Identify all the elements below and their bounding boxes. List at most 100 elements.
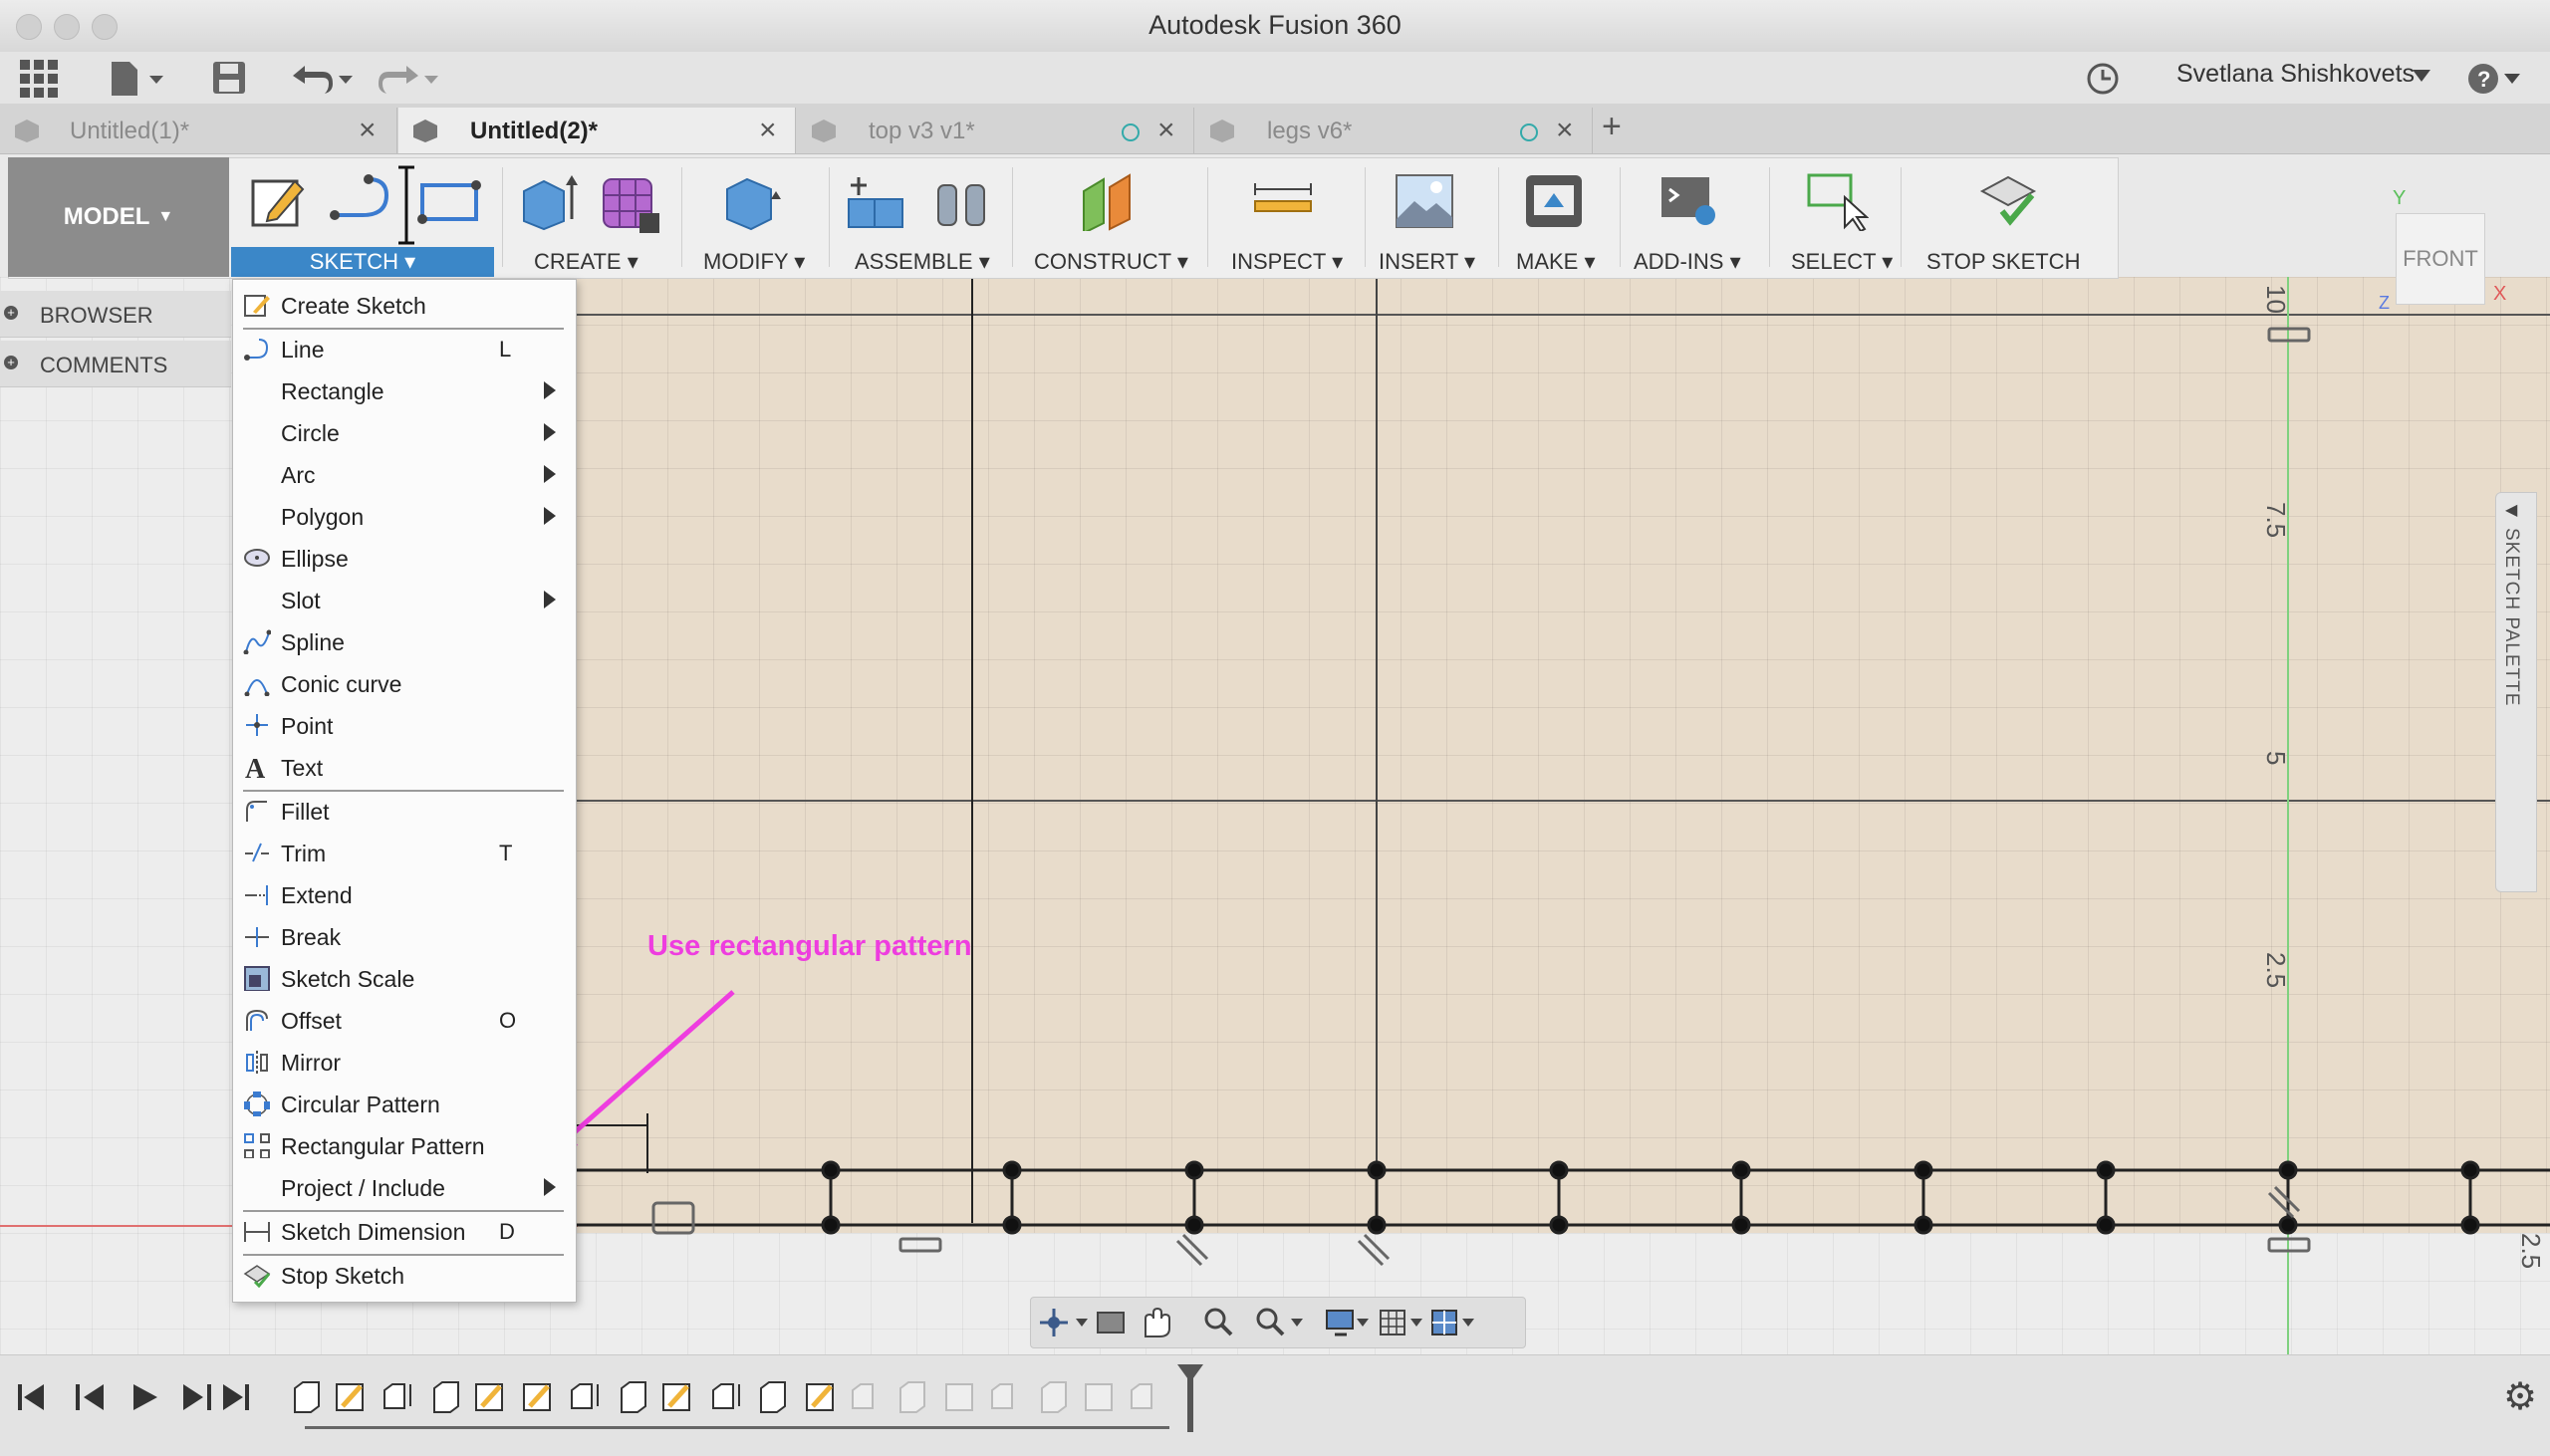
make-menu-button[interactable]: MAKE ▾ — [1516, 249, 1596, 275]
modify-menu-button[interactable]: MODIFY ▾ — [703, 249, 805, 275]
menu-item-slot[interactable]: Slot — [233, 579, 576, 620]
menu-item-circle[interactable]: Circle — [233, 411, 576, 453]
document-cube-icon — [413, 120, 437, 142]
sync-status-icon — [1122, 123, 1140, 141]
skip-to-end-icon — [223, 1384, 249, 1410]
data-panel-grid-icon[interactable] — [20, 60, 58, 98]
step-forward-icon — [183, 1384, 211, 1410]
expand-plus-icon[interactable]: + — [4, 356, 18, 369]
undo-icon[interactable] — [289, 62, 359, 96]
job-status-clock-icon[interactable] — [2086, 62, 2120, 96]
extend-icon — [245, 885, 268, 905]
line-tool-icon[interactable] — [329, 171, 398, 231]
submenu-arrow-icon — [544, 507, 556, 525]
menu-item-circular-pattern[interactable]: Circular Pattern — [233, 1083, 576, 1124]
select-icon[interactable] — [1805, 171, 1869, 231]
document-cube-icon — [812, 120, 836, 142]
close-tab-icon[interactable]: × — [1556, 114, 1574, 147]
insert-menu-button[interactable]: INSERT ▾ — [1379, 249, 1475, 275]
document-tab[interactable]: Untitled(1)* × — [0, 108, 397, 153]
expand-palette-icon[interactable]: ◀ — [2505, 500, 2517, 520]
svg-text:?: ? — [2477, 67, 2490, 92]
menu-item-polygon[interactable]: Polygon — [233, 495, 576, 537]
document-tab[interactable]: legs v6* × — [1195, 108, 1593, 153]
measure-icon[interactable] — [1251, 171, 1315, 231]
tab-label: Untitled(1)* — [70, 118, 190, 144]
menu-item-break[interactable]: Break — [233, 915, 576, 957]
create-sketch-icon[interactable] — [249, 171, 309, 231]
text-cursor-icon — [398, 165, 414, 245]
assemble-menu-button[interactable]: ASSEMBLE ▾ — [855, 249, 990, 275]
press-pull-icon[interactable] — [721, 171, 785, 231]
offset-plane-icon[interactable] — [1076, 171, 1140, 231]
menu-item-ellipse[interactable]: Ellipse — [233, 537, 576, 579]
rectangle-tool-icon[interactable] — [416, 171, 482, 231]
menu-item-line[interactable]: Line L — [233, 328, 576, 369]
new-component-icon[interactable] — [845, 171, 908, 231]
inspect-menu-button[interactable]: INSPECT ▾ — [1231, 249, 1343, 275]
joint-icon[interactable] — [930, 171, 994, 231]
stop-sketch-icon[interactable] — [1976, 171, 2040, 231]
menu-item-conic-curve[interactable]: Conic curve — [233, 662, 576, 704]
file-menu-icon[interactable] — [110, 60, 169, 98]
shortcut-key: T — [499, 841, 513, 865]
menu-item-arc[interactable]: Arc — [233, 453, 576, 495]
construct-menu-button[interactable]: CONSTRUCT ▾ — [1034, 249, 1188, 275]
extrude-icon[interactable] — [518, 171, 578, 231]
submenu-arrow-icon — [544, 465, 556, 483]
submenu-arrow-icon — [544, 381, 556, 399]
sketch-dimension-icon — [244, 1222, 270, 1242]
menu-item-fillet[interactable]: Fillet — [233, 790, 576, 832]
close-tab-icon[interactable]: × — [359, 114, 377, 147]
menu-item-offset[interactable]: Offset O — [233, 999, 576, 1041]
menu-item-spline[interactable]: Spline — [233, 620, 576, 662]
submenu-arrow-icon — [544, 1178, 556, 1196]
new-tab-plus-icon[interactable]: + — [1602, 108, 1622, 146]
create-menu-button[interactable]: CREATE ▾ — [534, 249, 638, 275]
close-tab-icon[interactable]: × — [1157, 114, 1175, 147]
pan-hand-icon — [1145, 1307, 1170, 1337]
expand-plus-icon[interactable]: + — [4, 306, 18, 320]
document-tab[interactable]: top v3 v1* × — [797, 108, 1194, 153]
menu-item-rectangle[interactable]: Rectangle — [233, 369, 576, 411]
insert-image-icon[interactable] — [1393, 171, 1456, 231]
document-cube-icon — [1210, 120, 1234, 142]
ribbon-divider — [1365, 167, 1366, 267]
stop-sketch-button[interactable]: STOP SKETCH — [1926, 249, 2080, 275]
menu-item-sketch-scale[interactable]: Sketch Scale — [233, 957, 576, 999]
document-tab-active[interactable]: Untitled(2)* × — [398, 108, 796, 153]
menu-item-create-sketch[interactable]: Create Sketch — [233, 284, 576, 326]
fit-icon — [1256, 1308, 1303, 1336]
3d-print-icon[interactable] — [1522, 171, 1586, 231]
menu-item-project-include[interactable]: Project / Include — [233, 1166, 576, 1208]
form-box-icon[interactable] — [598, 171, 661, 235]
menu-item-rectangular-pattern[interactable]: Rectangular Pattern — [233, 1124, 576, 1166]
timeline-features[interactable] — [289, 1378, 1185, 1418]
timeline-settings-gear-icon[interactable]: ⚙ — [2503, 1374, 2537, 1419]
menu-item-stop-sketch[interactable]: Stop Sketch — [233, 1254, 576, 1296]
menu-item-point[interactable]: Point — [233, 704, 576, 746]
help-icon[interactable]: ? — [2466, 62, 2522, 96]
menu-item-mirror[interactable]: Mirror — [233, 1041, 576, 1083]
select-menu-button[interactable]: SELECT ▾ — [1791, 249, 1893, 275]
workspace-switcher[interactable]: MODEL ▼ — [8, 157, 229, 277]
ruler-label: 2.5 — [2261, 952, 2291, 989]
save-icon[interactable] — [211, 60, 247, 96]
menu-item-extend[interactable]: Extend — [233, 873, 576, 915]
timeline-marker-head-icon[interactable] — [1177, 1364, 1203, 1384]
tab-label: legs v6* — [1267, 118, 1353, 144]
view-cube[interactable]: FRONT — [2396, 213, 2485, 305]
redo-icon[interactable] — [375, 62, 444, 96]
menu-item-text[interactable]: A Text — [233, 746, 576, 788]
menu-item-trim[interactable]: Trim T — [233, 832, 576, 873]
close-tab-icon[interactable]: × — [759, 114, 777, 147]
user-account-menu[interactable]: Svetlana Shishkovets — [2176, 60, 2415, 89]
sketch-menu-button[interactable]: SKETCH ▾ — [231, 249, 494, 275]
chevron-down-icon — [2413, 70, 2430, 82]
add-ins-menu-button[interactable]: ADD-INS ▾ — [1634, 249, 1741, 275]
comments-panel-header[interactable]: + COMMENTS — [0, 341, 231, 387]
timeline-playback-controls[interactable] — [14, 1380, 253, 1414]
scripts-and-addins-icon[interactable] — [1658, 171, 1721, 231]
menu-item-sketch-dimension[interactable]: Sketch Dimension D — [233, 1210, 576, 1252]
browser-panel-header[interactable]: + BROWSER — [0, 291, 231, 338]
